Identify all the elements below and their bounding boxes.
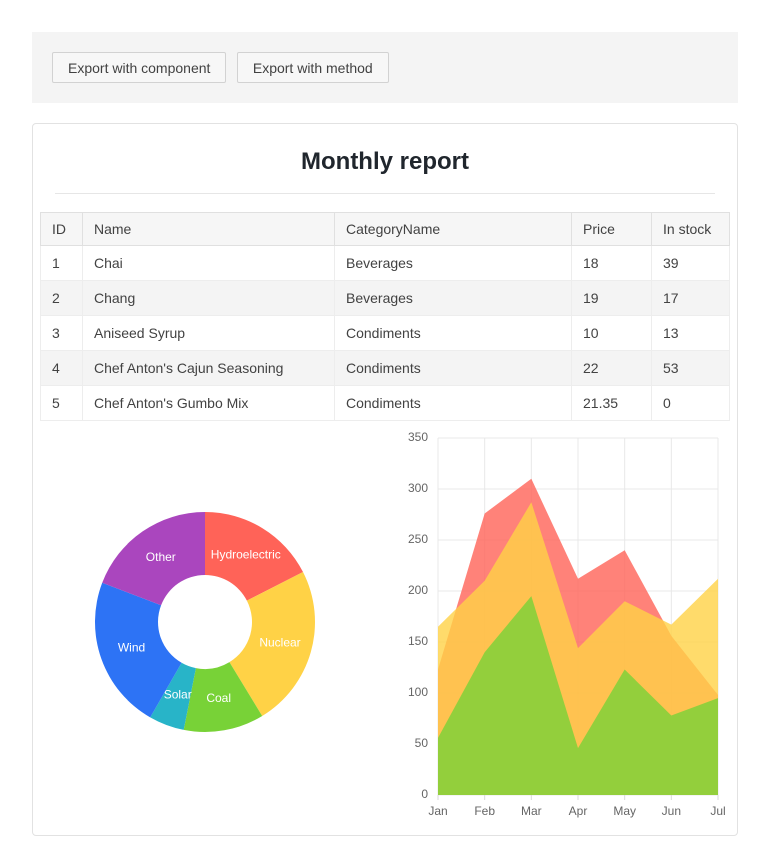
x-axis-label: Apr bbox=[569, 804, 588, 818]
donut-segment-label: Solar bbox=[164, 687, 192, 701]
grid-header: IDNameCategoryNamePriceIn stock bbox=[41, 213, 730, 246]
column-header-in-stock: In stock bbox=[652, 213, 730, 246]
table-cell: 4 bbox=[41, 351, 83, 386]
donut-segment-label: Wind bbox=[118, 640, 145, 654]
charts-row: Hydroelectric Nuclear Coal Solar Wind Other 0… bbox=[40, 427, 730, 819]
table-row: 4Chef Anton's Cajun SeasoningCondiments2… bbox=[41, 351, 730, 386]
monthly-area-chart: 0 50 100 150 200 250 300 350 Jan Feb Mar Apr May Jun J… bbox=[380, 427, 728, 819]
table-cell: Condiments bbox=[335, 351, 572, 386]
report-card: Monthly report IDNameCategoryNamePriceIn… bbox=[32, 123, 738, 836]
y-axis-label: 50 bbox=[415, 736, 429, 750]
table-cell: 53 bbox=[652, 351, 730, 386]
x-axis-label: Jan bbox=[428, 804, 447, 818]
y-axis-label: 0 bbox=[421, 787, 428, 801]
export-with-component-button[interactable]: Export with component bbox=[52, 52, 226, 83]
y-axis-label: 350 bbox=[408, 430, 428, 444]
column-header-name: Name bbox=[83, 213, 335, 246]
title-divider bbox=[55, 193, 715, 194]
donut-segment-label: Nuclear bbox=[259, 635, 300, 649]
table-row: 3Aniseed SyrupCondiments1013 bbox=[41, 316, 730, 351]
table-cell: 17 bbox=[652, 281, 730, 316]
table-cell: Chef Anton's Gumbo Mix bbox=[83, 386, 335, 421]
table-row: 1ChaiBeverages1839 bbox=[41, 246, 730, 281]
column-header-id: ID bbox=[41, 213, 83, 246]
table-cell: 18 bbox=[572, 246, 652, 281]
y-axis-label: 250 bbox=[408, 532, 428, 546]
column-header-price: Price bbox=[572, 213, 652, 246]
table-row: 5Chef Anton's Gumbo MixCondiments21.350 bbox=[41, 386, 730, 421]
table-cell: 10 bbox=[572, 316, 652, 351]
table-cell: 5 bbox=[41, 386, 83, 421]
table-cell: Chai bbox=[83, 246, 335, 281]
products-grid: IDNameCategoryNamePriceIn stock 1ChaiBev… bbox=[40, 212, 730, 421]
x-axis-label: Jul bbox=[710, 804, 725, 818]
table-cell: 3 bbox=[41, 316, 83, 351]
donut-segment-label: Hydroelectric bbox=[211, 548, 281, 562]
y-axis-label: 200 bbox=[408, 583, 428, 597]
table-cell: Aniseed Syrup bbox=[83, 316, 335, 351]
x-axis-label: Feb bbox=[474, 804, 495, 818]
y-axis-label: 100 bbox=[408, 685, 428, 699]
table-cell: 13 bbox=[652, 316, 730, 351]
table-cell: 22 bbox=[572, 351, 652, 386]
table-cell: Beverages bbox=[335, 246, 572, 281]
energy-donut-chart: Hydroelectric Nuclear Coal Solar Wind Other bbox=[40, 427, 380, 819]
table-cell: 2 bbox=[41, 281, 83, 316]
table-cell: 1 bbox=[41, 246, 83, 281]
report-title: Monthly report bbox=[40, 148, 730, 176]
table-cell: Chef Anton's Cajun Seasoning bbox=[83, 351, 335, 386]
table-cell: Chang bbox=[83, 281, 335, 316]
x-axis-label: Jun bbox=[662, 804, 681, 818]
x-axis-label: Mar bbox=[521, 804, 542, 818]
column-header-categoryname: CategoryName bbox=[335, 213, 572, 246]
donut-segment-label: Other bbox=[146, 550, 176, 564]
export-with-method-button[interactable]: Export with method bbox=[237, 52, 389, 83]
donut-segment-label: Coal bbox=[206, 691, 231, 705]
table-cell: 0 bbox=[652, 386, 730, 421]
x-axis-label: May bbox=[613, 804, 636, 818]
export-toolbar: Export with component Export with method bbox=[32, 32, 738, 103]
table-cell: 19 bbox=[572, 281, 652, 316]
y-axis-label: 300 bbox=[408, 481, 428, 495]
table-cell: 39 bbox=[652, 246, 730, 281]
table-cell: Condiments bbox=[335, 316, 572, 351]
table-cell: Condiments bbox=[335, 386, 572, 421]
y-axis-label: 150 bbox=[408, 634, 428, 648]
table-cell: 21.35 bbox=[572, 386, 652, 421]
table-row: 2ChangBeverages1917 bbox=[41, 281, 730, 316]
page: Export with component Export with method… bbox=[0, 0, 770, 836]
table-cell: Beverages bbox=[335, 281, 572, 316]
